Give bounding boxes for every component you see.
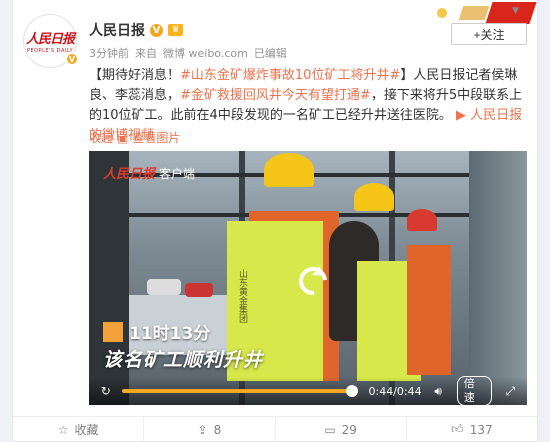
progress-handle[interactable]	[346, 385, 359, 397]
vest-text: 山东黄金集团	[237, 269, 247, 323]
video-time-caption: 11时13分	[103, 319, 210, 344]
time-readout: 0:44/0:44	[368, 384, 422, 398]
post-prefix: 【期待好消息！	[89, 68, 181, 83]
like-button[interactable]: 👍︎ 137	[407, 417, 537, 442]
replay-icon[interactable]	[293, 261, 333, 301]
thumbs-up-icon: 👍︎	[451, 422, 464, 436]
decoration-ribbon	[458, 6, 490, 20]
weibo-card: 人民日报 PEOPLE'S DAILY V 人民日报 V ♛ 3分钟前 来自 微…	[12, 0, 538, 442]
favorite-label: 收藏	[74, 423, 99, 437]
worker-body	[407, 245, 451, 375]
play-circle-icon: ▶	[455, 108, 466, 123]
controls-right: 🔊︎ 倍速 ⤢	[430, 376, 519, 405]
favorite-button[interactable]: ☆ 收藏	[13, 417, 145, 442]
worker-helmet	[264, 153, 314, 187]
edited-label[interactable]: 已编辑	[254, 45, 287, 61]
repost-icon: ⇪	[197, 422, 208, 437]
comment-count: 29	[341, 422, 357, 437]
image-icon: ▣	[117, 130, 129, 145]
video-scene-car	[185, 283, 213, 297]
video-scene-car	[147, 279, 181, 295]
decoration-flag	[485, 2, 537, 24]
comment-button[interactable]: ▭ 29	[276, 417, 407, 442]
video-controls: ↻ 0:44/0:44 🔊︎ 倍速 ⤢	[89, 376, 527, 405]
progress-fill	[122, 389, 353, 393]
comment-icon: ▭	[324, 422, 336, 437]
progress-bar[interactable]	[122, 385, 359, 397]
video-subtitle: 该名矿工顺利升井	[103, 349, 264, 371]
video-scene-structure	[469, 151, 527, 405]
post-time[interactable]: 3分钟前	[89, 45, 129, 61]
hashtag-link[interactable]: #金矿救援回风井今天有望打通#	[180, 88, 371, 103]
video-watermark: 人民日报 客户端	[103, 163, 195, 182]
action-bar: ☆ 收藏 ⇪ 8 ▭ 29 👍︎ 137	[13, 416, 537, 442]
follow-button[interactable]: +关注	[451, 23, 527, 45]
replay-button-icon[interactable]: ↻	[97, 384, 114, 398]
decoration-dot	[437, 8, 447, 18]
verified-icon: V	[150, 23, 163, 37]
caption-marker	[103, 321, 123, 342]
worker-helmet	[407, 209, 437, 231]
author-name[interactable]: 人民日报	[89, 20, 145, 40]
avatar-logo-text: 人民日报	[25, 32, 75, 47]
caption-time: 11时13分	[129, 324, 211, 344]
post-meta: 3分钟前 来自 微博 weibo.com 已编辑	[89, 45, 287, 61]
media-actions: 收起 ▣ 查看图片	[89, 129, 180, 146]
chevron-down-icon[interactable]: ▼	[512, 6, 519, 16]
speed-button[interactable]: 倍速	[456, 376, 492, 405]
post-source[interactable]: 微博 weibo.com	[163, 45, 248, 61]
star-icon: ☆	[57, 422, 69, 437]
fullscreen-icon[interactable]: ⤢	[502, 384, 519, 399]
author-row: 人民日报 V ♛	[89, 20, 183, 40]
watermark-label: 客户端	[159, 167, 196, 181]
video-player[interactable]: 山东黄金集团 人民日报 客户端 11时13分 该名矿工顺利升井 ↻ 0:44/0…	[89, 151, 527, 405]
worker-helmet	[354, 183, 394, 211]
source-prefix: 来自	[135, 47, 157, 60]
collapse-link[interactable]: 收起	[89, 129, 113, 146]
volume-icon[interactable]: 🔊︎	[430, 384, 447, 399]
watermark-brand: 人民日报	[103, 167, 156, 182]
like-count: 137	[469, 422, 493, 437]
member-crown-icon[interactable]: ♛	[168, 24, 183, 36]
hashtag-link[interactable]: #山东金矿爆炸事故10位矿工将升井#	[180, 68, 400, 83]
repost-count: 8	[213, 422, 222, 437]
view-image-link[interactable]: 查看图片	[132, 129, 180, 146]
avatar-verified-badge-icon: V	[65, 52, 79, 66]
repost-button[interactable]: ⇪ 8	[144, 417, 276, 442]
